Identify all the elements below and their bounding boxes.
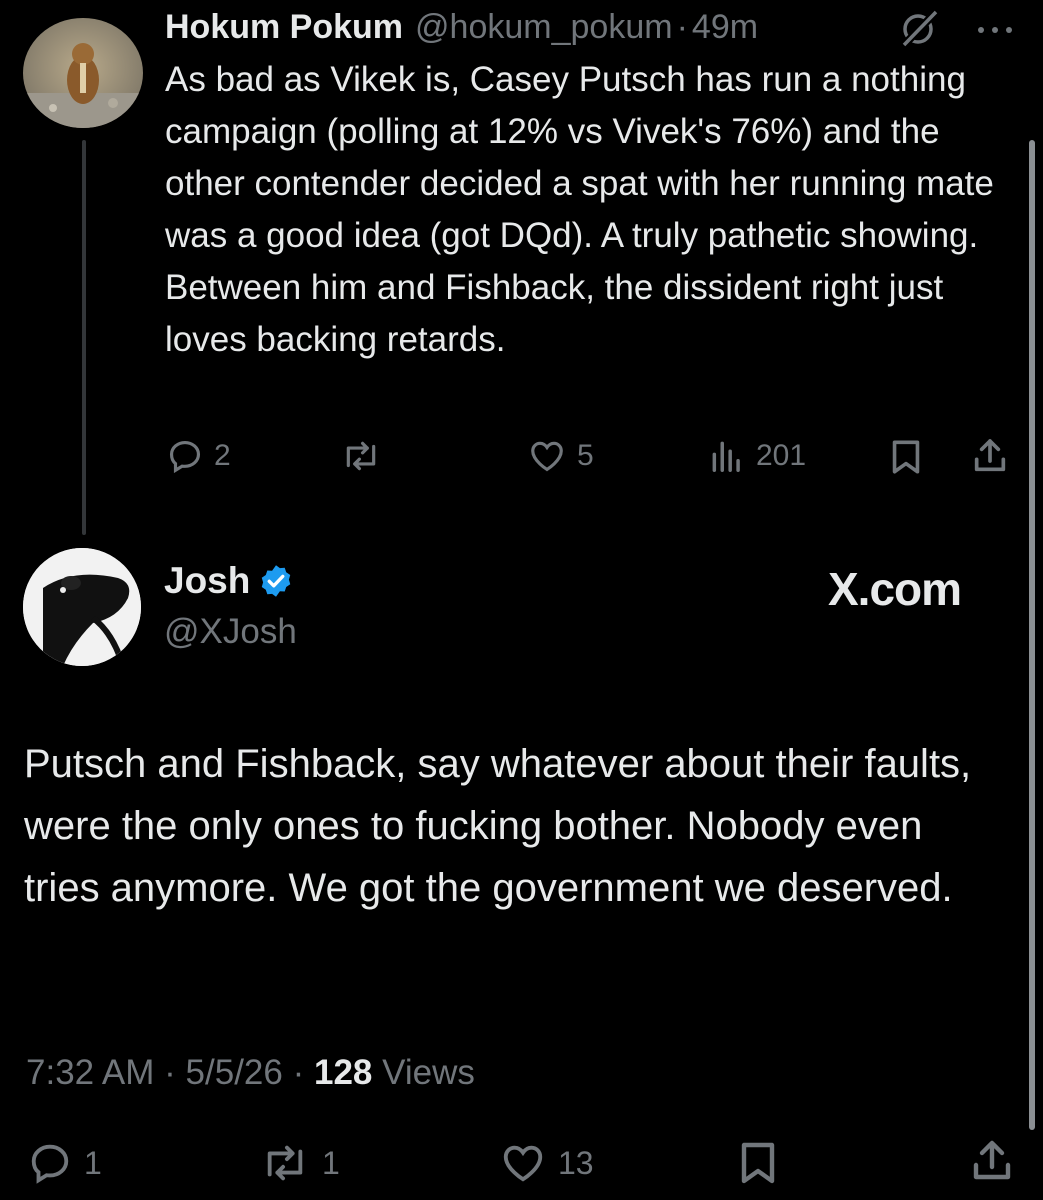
- parent-tweet-header: Hokum Pokum @hokum_pokum · 49m: [165, 6, 758, 48]
- reply-handle[interactable]: @XJosh: [164, 612, 297, 652]
- parent-like-count: 5: [577, 439, 594, 472]
- share-icon: [974, 439, 1006, 472]
- avatar-image: [23, 18, 143, 128]
- x-com-watermark: X.com: [828, 563, 962, 615]
- reply-views-label[interactable]: Views: [382, 1053, 475, 1092]
- parent-tweet-text: As bad as Vikek is, Casey Putsch has run…: [165, 60, 994, 359]
- share-icon: [973, 1140, 1011, 1180]
- verified-badge-icon: [262, 565, 291, 597]
- repost-icon: [346, 441, 376, 471]
- reply-bookmark-button[interactable]: [736, 1138, 780, 1188]
- parent-reply-button[interactable]: 2: [166, 437, 231, 475]
- reply-like-count: 13: [558, 1144, 594, 1181]
- reply-repost-button[interactable]: 1: [258, 1140, 340, 1186]
- reply-views-count[interactable]: 128: [314, 1053, 372, 1092]
- reply-time[interactable]: 7:32 AM: [26, 1053, 154, 1092]
- reply-display-name[interactable]: Josh: [164, 560, 250, 602]
- reply-reply-button[interactable]: 1: [26, 1140, 102, 1186]
- like-icon: [531, 441, 563, 472]
- reply-tweet-text: Putsch and Fishback, say whatever about …: [24, 742, 972, 910]
- reply-icon: [31, 1144, 69, 1184]
- reply-separator-1: ·: [164, 1053, 176, 1092]
- thread-line: [82, 140, 86, 535]
- avatar-image: [23, 548, 141, 666]
- reply-meta: 7:32 AM · 5/5/26 · 128 Views: [26, 1053, 475, 1093]
- parent-views-count: 201: [756, 439, 807, 472]
- parent-share-button[interactable]: [970, 435, 1010, 477]
- parent-bookmark-button[interactable]: [888, 437, 924, 477]
- reply-repost-count: 1: [322, 1144, 340, 1181]
- views-icon: [712, 441, 740, 472]
- reply-date[interactable]: 5/5/26: [186, 1053, 283, 1092]
- reply-header: Josh: [164, 560, 294, 602]
- parent-time[interactable]: 49m: [692, 8, 758, 47]
- reply-like-button[interactable]: 13: [498, 1140, 594, 1186]
- parent-reply-count: 2: [214, 439, 231, 472]
- bookmark-icon: [892, 440, 920, 474]
- avatar-josh[interactable]: [23, 548, 141, 666]
- parent-repost-button[interactable]: [340, 437, 382, 475]
- avatar-hokum-pokum[interactable]: [23, 18, 143, 128]
- reply-separator-2: ·: [292, 1053, 305, 1092]
- parent-like-button[interactable]: 5: [527, 437, 594, 475]
- more-icon[interactable]: [975, 22, 1015, 40]
- reply-icon: [169, 440, 201, 474]
- parent-views-button[interactable]: 201: [708, 437, 806, 475]
- reply-reply-count: 1: [84, 1144, 102, 1181]
- bookmark-icon: [741, 1142, 775, 1184]
- like-icon: [503, 1145, 543, 1182]
- scrollbar[interactable]: [1029, 140, 1035, 1130]
- parent-display-name[interactable]: Hokum Pokum: [165, 8, 403, 47]
- parent-handle[interactable]: @hokum_pokum: [415, 8, 673, 47]
- grok-icon[interactable]: [898, 8, 942, 53]
- reply-share-button[interactable]: [968, 1136, 1016, 1186]
- repost-icon: [267, 1145, 303, 1181]
- parent-separator: ·: [676, 7, 688, 46]
